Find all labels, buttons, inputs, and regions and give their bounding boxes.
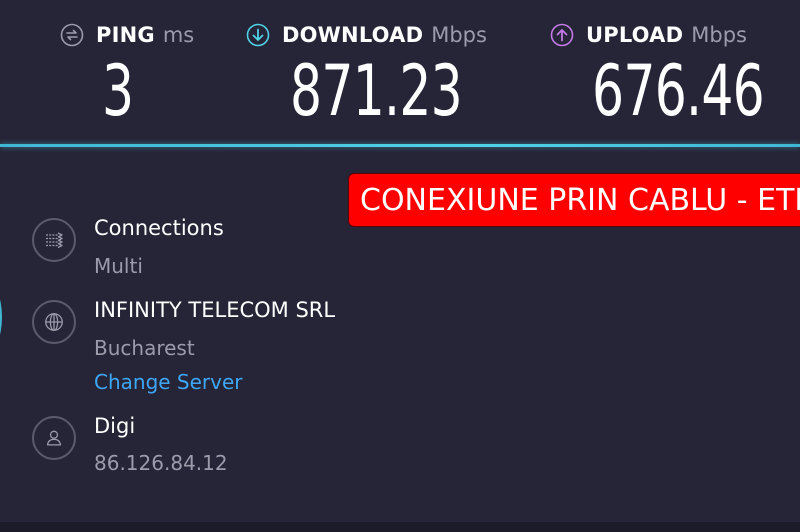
upload-unit: Mbps	[691, 23, 747, 47]
upload-label: UPLOAD	[586, 23, 684, 47]
download-label-row: DOWNLOAD Mbps	[246, 20, 487, 50]
ping-unit: ms	[162, 23, 195, 47]
user-icon	[32, 416, 76, 460]
isp-name: Digi	[94, 414, 136, 438]
speedtest-screen: PING ms 3 DOWNLOAD Mbps 871.23 UPLOAD Mb…	[0, 0, 800, 532]
connection-type-banner: CONEXIUNE PRIN CABLU - ETH	[348, 173, 800, 227]
ping-icon	[60, 23, 84, 47]
upload-metric: UPLOAD Mbps 676.46	[550, 20, 765, 126]
download-unit: Mbps	[431, 23, 487, 47]
upload-value: 676.46	[592, 50, 765, 132]
globe-icon	[32, 300, 76, 344]
isp-ip-address: 86.126.84.12	[94, 451, 228, 475]
bottom-strip	[0, 522, 800, 532]
connections-title: Connections	[94, 216, 224, 240]
upload-icon	[550, 23, 574, 47]
download-value: 871.23	[290, 50, 463, 132]
upload-label-row: UPLOAD Mbps	[550, 20, 747, 50]
download-icon	[246, 23, 270, 47]
server-name: INFINITY TELECOM SRL	[94, 298, 336, 322]
connections-value: Multi	[94, 254, 143, 278]
ping-value: 3	[102, 50, 134, 132]
gauge-ring-edge	[0, 248, 2, 386]
connections-icon[interactable]	[32, 218, 76, 262]
ping-label-row: PING ms	[60, 20, 194, 50]
test-progress-line	[0, 144, 800, 147]
ping-metric: PING ms 3	[60, 20, 194, 126]
server-location: Bucharest	[94, 336, 195, 360]
change-server-link[interactable]: Change Server	[94, 370, 243, 394]
download-metric: DOWNLOAD Mbps 871.23	[246, 20, 487, 126]
ping-label: PING	[96, 23, 155, 47]
download-label: DOWNLOAD	[282, 23, 424, 47]
